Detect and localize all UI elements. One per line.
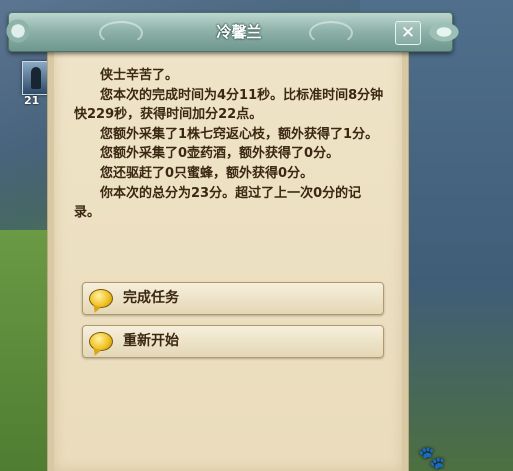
title-ornament-left <box>5 17 31 45</box>
avatar-level: 21 <box>24 94 40 107</box>
message-line: 您额外采集了1株七窍返心枝，额外获得了1分。 <box>100 126 379 142</box>
title-swirl-decoration <box>309 21 353 45</box>
title-swirl-decoration <box>99 21 143 45</box>
message-line: 您本次的完成时间为4分11秒。比标准时间8分钟快229秒，获得时间加分22点。 <box>74 87 384 123</box>
title-ornament-right <box>427 21 461 43</box>
option-label: 完成任务 <box>123 290 179 306</box>
message-line: 您额外采集了0壶药酒，额外获得了0分。 <box>100 146 340 162</box>
dialog-title-bar: 冷馨兰 ✕ <box>5 12 461 52</box>
npc-dialog: 侠士辛苦了。 您本次的完成时间为4分11秒。比标准时间8分钟快229秒，获得时间… <box>48 26 408 471</box>
player-avatar[interactable] <box>22 61 50 95</box>
message-line: 您还驱赶了0只蜜蜂，额外获得0分。 <box>100 165 314 181</box>
message-line: 侠士辛苦了。 <box>100 68 179 83</box>
dialog-title: 冷馨兰 <box>216 23 262 41</box>
speech-bubble-icon <box>89 289 113 308</box>
restart-button[interactable]: 重新开始 <box>82 325 384 358</box>
speech-bubble-icon <box>89 332 113 351</box>
option-label: 重新开始 <box>123 333 179 349</box>
close-icon[interactable]: ✕ <box>395 21 421 45</box>
dialog-message: 侠士辛苦了。 您本次的完成时间为4分11秒。比标准时间8分钟快229秒，获得时间… <box>74 66 386 223</box>
complete-task-button[interactable]: 完成任务 <box>82 282 384 315</box>
message-line: 你本次的总分为23分。超过了上一次0分的记录。 <box>74 185 362 221</box>
paw-icon[interactable]: 🐾 <box>418 446 448 471</box>
